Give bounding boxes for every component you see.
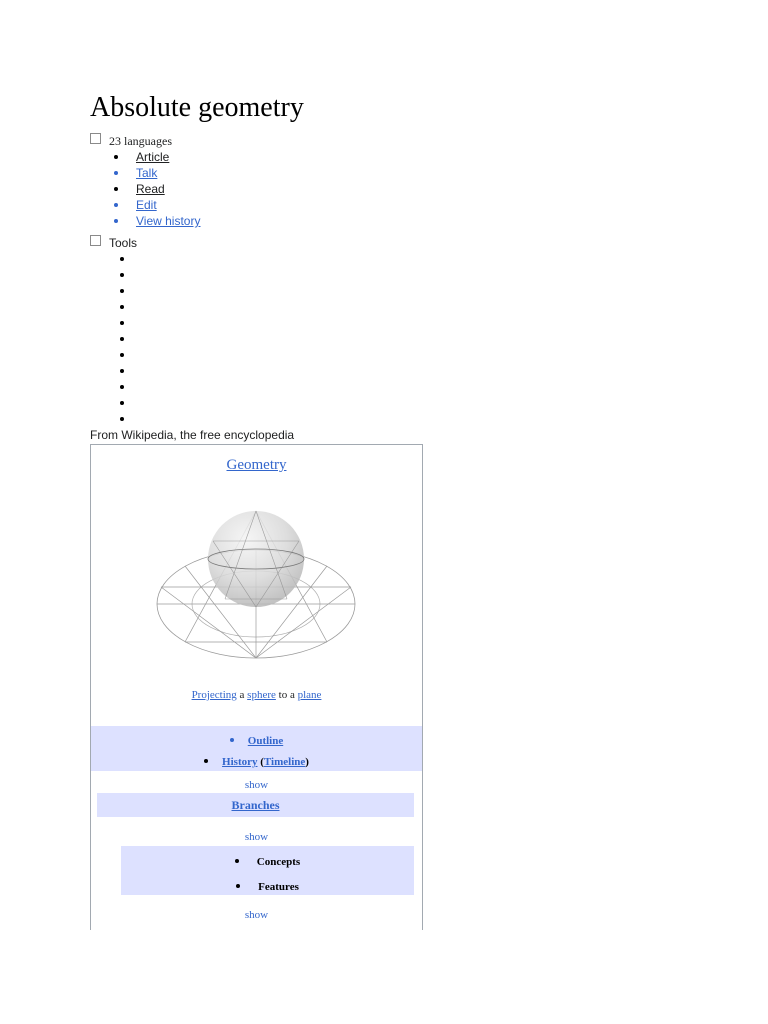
tab-talk[interactable]: Talk <box>136 165 157 181</box>
bullet <box>120 305 124 309</box>
bullet <box>120 353 124 357</box>
tab-article[interactable]: Article <box>136 149 169 165</box>
outline-link[interactable]: Outline <box>248 735 283 747</box>
projecting-link[interactable]: Projecting <box>192 689 237 701</box>
infobox-caption: Projecting a sphere to a plane <box>91 689 422 701</box>
bullet <box>114 219 118 223</box>
languages-toggle[interactable]: 23 languages <box>90 132 172 149</box>
bullet <box>120 337 124 341</box>
features-row: Features <box>121 881 414 893</box>
concepts-label: Concepts <box>256 856 301 868</box>
show-toggle[interactable]: show <box>91 831 422 843</box>
bullet <box>234 859 239 863</box>
geometry-infobox: Geometry Projecting a sphere to a plane … <box>90 444 423 930</box>
tools-label: Tools <box>109 236 138 250</box>
features-label: Features <box>258 881 299 893</box>
plane-link[interactable]: plane <box>298 689 322 701</box>
geometry-link[interactable]: Geometry <box>227 457 287 473</box>
bullet <box>120 257 124 261</box>
show-toggle[interactable]: show <box>91 779 422 791</box>
bullet <box>120 369 124 373</box>
show-toggle[interactable]: show <box>91 909 422 921</box>
concepts-band: Concepts Features <box>121 846 414 895</box>
timeline-link[interactable]: Timeline <box>264 756 305 768</box>
bullet <box>120 417 124 421</box>
bullet <box>120 273 124 277</box>
history-link[interactable]: History <box>222 756 257 768</box>
paren-close: ) <box>305 756 309 768</box>
tab-edit[interactable]: Edit <box>136 197 157 213</box>
branches-link[interactable]: Branches <box>232 798 280 812</box>
tools-toggle[interactable]: Tools <box>90 234 138 251</box>
projected-sphere-diagram-icon <box>156 510 356 659</box>
tab-read[interactable]: Read <box>136 181 165 197</box>
sphere-link[interactable]: sphere <box>247 689 276 701</box>
bullet <box>114 187 118 191</box>
bullet <box>120 321 124 325</box>
languages-label: 23 languages <box>109 133 172 148</box>
branches-heading: Branches <box>97 793 414 817</box>
page-title: Absolute geometry <box>90 92 304 123</box>
history-row: History (Timeline) <box>91 755 422 769</box>
caption-text: to a <box>275 689 298 701</box>
bullet <box>120 385 124 389</box>
caption-text: a <box>236 689 248 701</box>
bullet <box>204 759 209 763</box>
infobox-title: Geometry <box>91 457 422 474</box>
concepts-row: Concepts <box>121 856 414 868</box>
bullet <box>236 884 241 888</box>
bullet <box>114 203 118 207</box>
site-tagline: From Wikipedia, the free encyclopedia <box>90 428 295 442</box>
outline-row: Outline <box>91 734 422 748</box>
bullet <box>229 738 234 742</box>
bullet <box>120 401 124 405</box>
bullet <box>114 171 118 175</box>
infobox-nav-band: Outline History (Timeline) <box>91 726 422 771</box>
article-page: Absolute geometry 23 languages Article T… <box>0 0 768 1024</box>
tools-checkbox[interactable] <box>90 234 101 246</box>
tab-view-history[interactable]: View history <box>136 213 200 229</box>
bullet <box>120 289 124 293</box>
bullet <box>114 155 118 159</box>
languages-checkbox[interactable] <box>90 132 101 144</box>
